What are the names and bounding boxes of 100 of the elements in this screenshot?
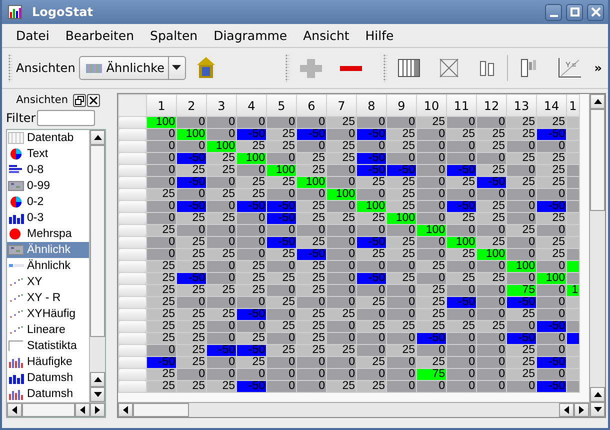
menu-item[interactable]: Spalten (142, 28, 206, 43)
horizontal-scrollbar[interactable] (118, 402, 589, 417)
row-header[interactable] (119, 261, 146, 272)
view-list-item[interactable]: Mehrspa (7, 226, 89, 242)
row-header[interactable] (119, 297, 146, 308)
horizontal-scrollbar[interactable] (7, 402, 105, 417)
close-button[interactable] (87, 94, 100, 106)
column-header[interactable]: 1 (147, 95, 176, 116)
row-header[interactable] (119, 381, 146, 392)
overflow-button[interactable]: » (592, 61, 604, 75)
column-header[interactable]: 5 (267, 95, 296, 116)
row-header[interactable] (119, 273, 146, 284)
row-header[interactable] (119, 201, 146, 212)
row-header[interactable] (119, 225, 146, 236)
row-header[interactable] (119, 213, 146, 224)
menu-item[interactable]: Hilfe (357, 28, 402, 43)
toolbar-grip[interactable] (8, 54, 12, 82)
table-cell: 0 (237, 225, 266, 236)
scrollbar-thumb[interactable] (133, 403, 189, 417)
column-header[interactable]: 2 (177, 95, 206, 116)
row-header[interactable] (119, 321, 146, 332)
filter-field[interactable] (36, 110, 95, 126)
columns-icon[interactable] (396, 56, 422, 80)
view-list-item[interactable]: Datumsh (7, 386, 89, 402)
column-header[interactable]: 12 (477, 95, 506, 116)
view-list-item[interactable]: Text (7, 146, 89, 162)
view-list-item[interactable]: Lineare (7, 322, 89, 338)
view-list-item[interactable]: Statistikta (7, 338, 89, 354)
row-header[interactable] (119, 129, 146, 140)
house-icon[interactable] (194, 56, 216, 80)
table-cell: 0 (477, 285, 506, 296)
column-chart-icon (8, 212, 24, 224)
column-header[interactable]: 7 (327, 95, 356, 116)
menu-item[interactable]: Diagramme (206, 28, 296, 43)
view-list-item[interactable]: Häufigke (7, 354, 89, 370)
minimize-button[interactable] (545, 4, 562, 20)
table-cell: 0 (447, 141, 476, 152)
menu-item[interactable]: Ansicht (295, 28, 358, 43)
view-dropdown[interactable]: Ähnlichke (79, 56, 186, 80)
row-header[interactable] (119, 153, 146, 164)
vertical-scrollbar[interactable] (89, 130, 105, 402)
table-cell: 25 (207, 309, 236, 320)
table-cell: 0 (357, 225, 386, 236)
scrollbar-thumb[interactable] (590, 109, 605, 211)
view-list-item[interactable]: Datumsh (7, 370, 89, 386)
view-list-item[interactable]: XY - R (7, 290, 89, 306)
menu-item[interactable]: Bearbeiten (57, 28, 142, 43)
column-header[interactable]: 1 (567, 95, 579, 116)
row-header[interactable] (119, 249, 146, 260)
row-header[interactable] (119, 141, 146, 152)
view-list-item[interactable]: 0-2 (7, 194, 89, 210)
toolbar-grip[interactable] (383, 54, 388, 82)
view-list-item[interactable]: Datentab (7, 130, 89, 146)
table-cell: 0 (297, 225, 326, 236)
row-header[interactable] (119, 285, 146, 296)
table-cell: -50 (297, 129, 326, 140)
row-header[interactable] (119, 165, 146, 176)
row-header[interactable] (119, 309, 146, 320)
table-cell: 25 (477, 321, 506, 332)
table-cell: 25 (387, 237, 416, 248)
column-header[interactable]: 10 (417, 95, 446, 116)
close-button[interactable] (587, 4, 604, 20)
scrollbar-thumb[interactable] (90, 145, 105, 337)
column-header[interactable]: 4 (237, 95, 266, 116)
column-header[interactable]: 3 (207, 95, 236, 116)
scrollbar-thumb[interactable] (22, 403, 75, 417)
column-header[interactable]: 13 (507, 95, 536, 116)
column-header[interactable]: 14 (537, 95, 566, 116)
plus-icon[interactable] (298, 56, 324, 80)
row-header[interactable] (119, 357, 146, 368)
row-header[interactable] (119, 117, 146, 128)
caret-icon (172, 65, 181, 71)
column-header[interactable]: 6 (297, 95, 326, 116)
view-list-item[interactable]: 0-8 (7, 162, 89, 178)
view-list-item[interactable]: XYHäufig (7, 306, 89, 322)
column-header[interactable]: 11 (447, 95, 476, 116)
view-list-item[interactable]: 0-3 (7, 210, 89, 226)
view-list-item[interactable]: Ähnlichk (7, 242, 89, 258)
row-header[interactable] (119, 345, 146, 356)
row-header[interactable] (119, 177, 146, 188)
row-header[interactable] (119, 189, 146, 200)
vertical-scrollbar[interactable] (589, 94, 605, 417)
menu-item[interactable]: Datei (8, 28, 58, 43)
table-cell: 0 (267, 369, 296, 380)
float-button[interactable] (73, 94, 86, 106)
row-header[interactable] (119, 237, 146, 248)
table-cell: 25 (327, 117, 356, 128)
column-header[interactable]: 9 (387, 95, 416, 116)
view-list-item[interactable]: Ähnlichk (7, 258, 89, 274)
row-header[interactable] (119, 369, 146, 380)
table-cell: 0 (267, 333, 296, 344)
table-cell: 0 (417, 213, 446, 224)
view-list-item[interactable]: XY (7, 274, 89, 290)
toolbar-grip[interactable] (285, 54, 290, 82)
view-list-item[interactable]: 0-99 (7, 178, 89, 194)
row-header[interactable] (119, 333, 146, 344)
column-header[interactable]: 8 (357, 95, 386, 116)
maximize-button[interactable] (566, 4, 583, 20)
table-cell: 25 (297, 273, 326, 284)
column-chart-icon (8, 372, 24, 384)
